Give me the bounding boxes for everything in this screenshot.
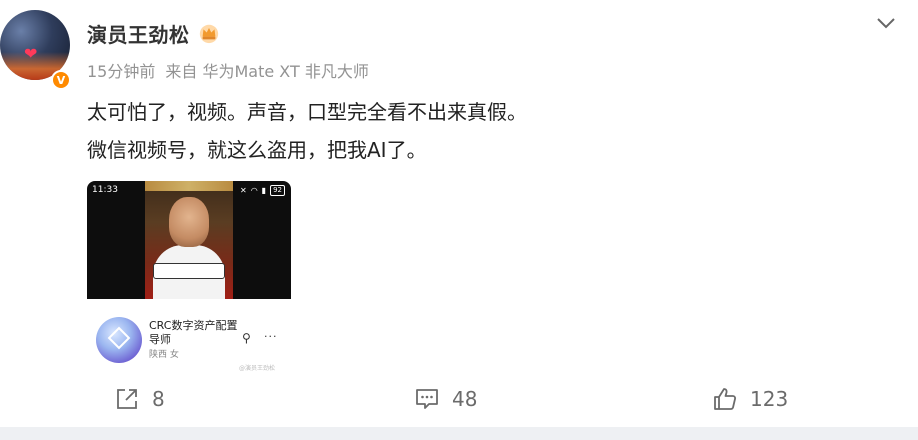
video-caption-graphic	[153, 263, 225, 279]
feed-divider	[0, 427, 918, 440]
comment-button[interactable]: 48	[414, 386, 477, 412]
mute-icon: ✕	[239, 186, 247, 195]
battery-icon: 92	[270, 185, 285, 196]
channel-avatar	[96, 317, 142, 363]
video-screenshot: 11:33 ✕ ◠ ▮ 92	[87, 181, 291, 299]
action-bar: 8 48 123	[0, 378, 918, 424]
phone-time: 11:33	[92, 185, 118, 195]
post-text-line: 微信视频号，就这么盗用，把我AI了。	[87, 138, 427, 162]
avatar[interactable]: ❤ V	[0, 10, 72, 90]
comment-icon	[416, 389, 438, 409]
channel-name: CRC数字资产配置导师	[149, 319, 238, 346]
channel-profile-card: CRC数字资产配置导师 陕西 女 ⚲ ··· @演员王劲松	[87, 299, 291, 371]
watermark: @演员王劲松	[239, 365, 276, 371]
post-meta: 15分钟前 来自 华为Mate XT 非凡大师	[87, 58, 369, 82]
verified-v-icon: V	[51, 70, 71, 90]
crown-icon	[199, 24, 218, 44]
more-dots-icon: ···	[264, 330, 278, 343]
repost-button[interactable]: 8	[114, 386, 165, 412]
like-count: 123	[750, 387, 789, 411]
channel-location: 陕西 女	[149, 350, 179, 360]
repost-count: 8	[152, 387, 165, 411]
post-text: 太可怕了，视频。声音，口型完全看不出来真假。 微信视频号，就这么盗用，把我AI了…	[87, 93, 527, 169]
media-thumbnail[interactable]: 11:33 ✕ ◠ ▮ 92 CRC数字资产配置导师 陕西 女 ⚲ ··· @演…	[87, 181, 291, 371]
post-time[interactable]: 15分钟前	[87, 58, 155, 82]
username[interactable]: 演员王劲松	[87, 19, 190, 48]
signal-icon: ▮	[261, 186, 267, 195]
comment-count: 48	[452, 387, 478, 411]
chevron-down-icon[interactable]	[872, 12, 900, 36]
search-icon: ⚲	[242, 331, 251, 345]
repost-icon	[117, 389, 137, 409]
person-face	[169, 197, 209, 247]
thumbs-up-icon	[714, 388, 737, 410]
like-button[interactable]: 123	[712, 386, 788, 412]
wifi-icon: ◠	[250, 186, 258, 195]
phone-status-bar: ✕ ◠ ▮ 92	[240, 185, 285, 196]
post-text-line: 太可怕了，视频。声音，口型完全看不出来真假。	[87, 100, 527, 124]
post-source: 来自 华为Mate XT 非凡大师	[165, 62, 369, 81]
heart-icon: ❤	[24, 44, 38, 63]
video-frame	[145, 181, 233, 299]
